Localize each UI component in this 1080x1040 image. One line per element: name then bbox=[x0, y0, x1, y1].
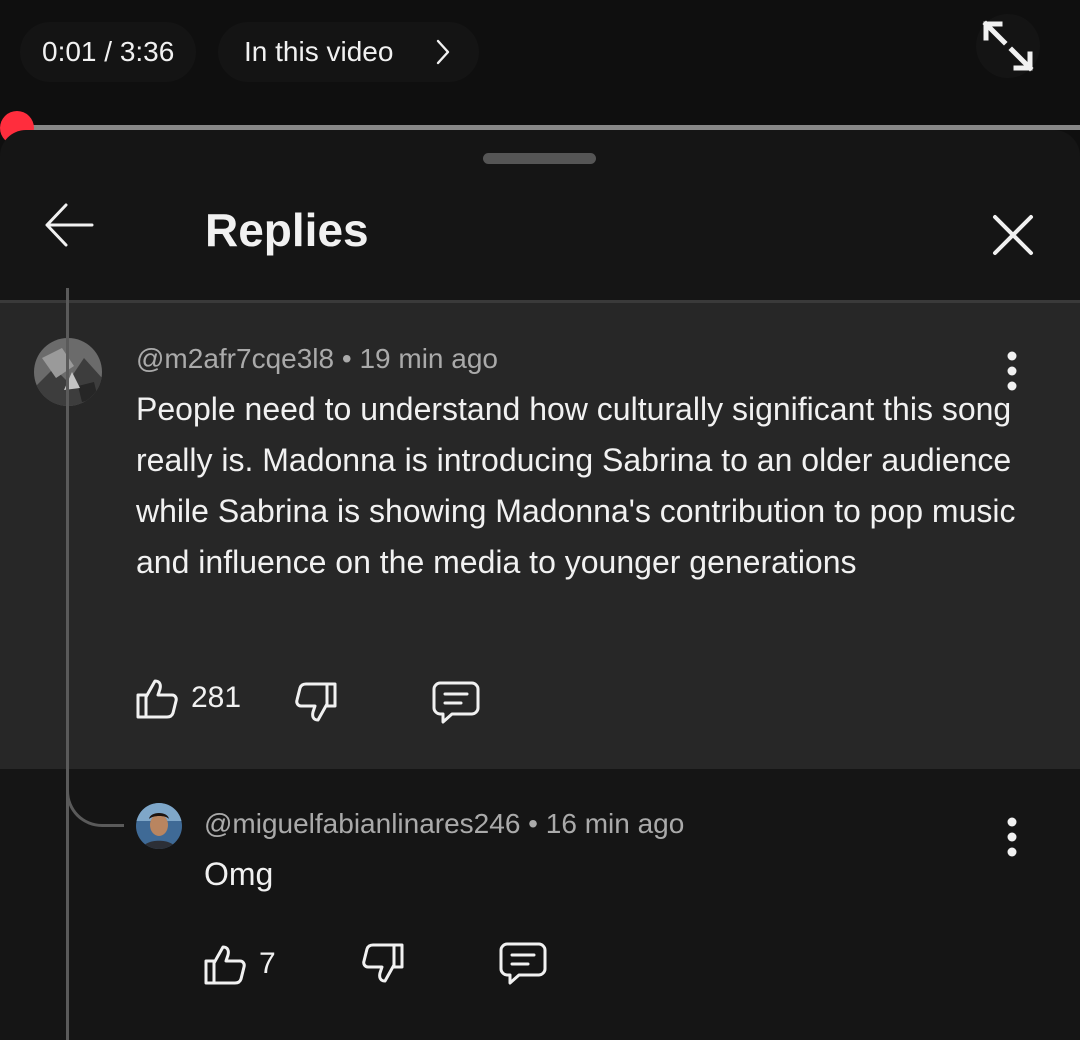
comment-meta: @m2afr7cqe3l8 • 19 min ago bbox=[136, 343, 498, 375]
exit-fullscreen-button[interactable] bbox=[976, 14, 1040, 78]
dislike-button[interactable] bbox=[294, 681, 338, 725]
parent-comment: @m2afr7cqe3l8 • 19 min ago People need t… bbox=[0, 303, 1080, 769]
drag-handle[interactable] bbox=[483, 153, 596, 164]
chapters-button[interactable]: In this video bbox=[218, 22, 480, 82]
comment-text: Omg bbox=[204, 856, 274, 892]
video-player-controls: 0:01 / 3:36 In this video bbox=[0, 0, 1080, 145]
panel-title: Replies bbox=[205, 204, 369, 256]
like-button[interactable]: 281 bbox=[135, 676, 241, 720]
back-button[interactable] bbox=[36, 192, 102, 258]
like-button[interactable]: 7 bbox=[203, 942, 276, 986]
comment-time: 19 min ago bbox=[359, 343, 498, 374]
thumbs-up-icon bbox=[136, 679, 178, 719]
comment-author[interactable]: @m2afr7cqe3l8 bbox=[136, 343, 334, 374]
dislike-button[interactable] bbox=[361, 942, 405, 986]
comment-meta: @miguelfabianlinares246 • 16 min ago bbox=[204, 808, 684, 840]
exit-fullscreen-icon bbox=[982, 20, 1034, 72]
thumbs-up-icon bbox=[204, 945, 246, 985]
time-display[interactable]: 0:01 / 3:36 bbox=[20, 22, 197, 82]
arrow-left-icon bbox=[45, 203, 94, 247]
comment-icon bbox=[432, 681, 480, 724]
thumbs-down-icon bbox=[295, 682, 337, 722]
comment-icon bbox=[499, 942, 547, 985]
close-button[interactable] bbox=[980, 202, 1046, 268]
reply-button[interactable] bbox=[499, 941, 547, 987]
more-vertical-icon bbox=[1007, 817, 1017, 857]
reply-button[interactable] bbox=[432, 680, 480, 726]
like-count: 281 bbox=[191, 681, 242, 714]
comment-author[interactable]: @miguelfabianlinares246 bbox=[204, 808, 520, 839]
comment-more-button[interactable] bbox=[992, 807, 1032, 867]
replies-panel: Replies @m2afr7cqe3l8 • 19 min ago Peopl… bbox=[0, 130, 1080, 1040]
close-icon bbox=[993, 215, 1033, 255]
meta-separator: • bbox=[520, 808, 546, 839]
time-label: 0:01 / 3:36 bbox=[42, 36, 175, 67]
thumbs-down-icon bbox=[362, 943, 404, 983]
thread-line bbox=[66, 288, 69, 1040]
chapter-label: In this video bbox=[244, 36, 394, 67]
like-count: 7 bbox=[259, 947, 276, 980]
thread-connector bbox=[66, 735, 124, 827]
meta-separator: • bbox=[334, 343, 360, 374]
comment-time: 16 min ago bbox=[545, 808, 685, 839]
comment-text: People need to understand how culturally… bbox=[136, 391, 1016, 580]
avatar[interactable] bbox=[136, 803, 182, 849]
chevron-right-icon bbox=[437, 39, 450, 65]
